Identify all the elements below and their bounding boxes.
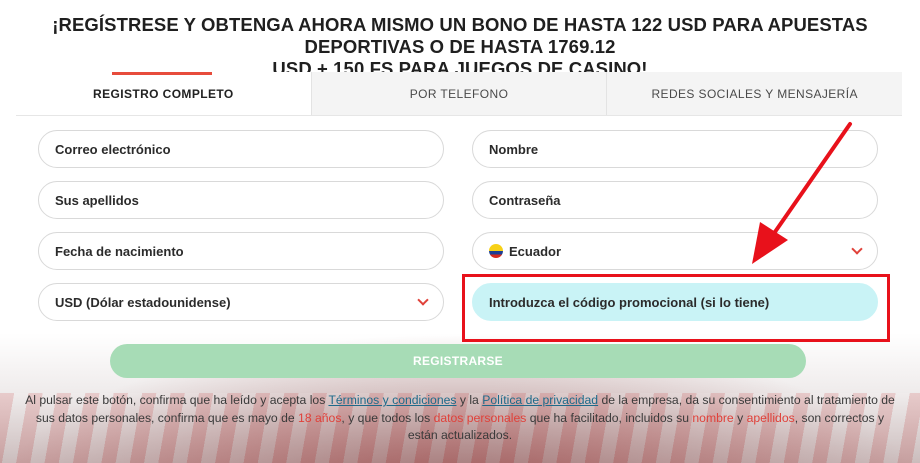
register-button[interactable]: REGISTRARSE xyxy=(110,344,806,378)
ecuador-flag-icon xyxy=(489,244,503,258)
country-value: Ecuador xyxy=(509,243,562,259)
age-highlight: 18 años xyxy=(298,410,342,425)
legal-text: y la xyxy=(456,393,483,407)
legal-disclaimer: Al pulsar este botón, confirma que ha le… xyxy=(20,392,900,445)
legal-text: Al pulsar este botón, confirma que ha le… xyxy=(25,393,329,407)
birthdate-field[interactable]: Fecha de nacimiento xyxy=(38,232,444,270)
email-field-placeholder: Correo electrónico xyxy=(55,141,171,157)
tab-by-phone[interactable]: POR TELEFONO xyxy=(310,72,607,115)
currency-value: USD (Dólar estadounidense) xyxy=(55,294,231,310)
last-name-placeholder: Sus apellidos xyxy=(55,192,139,208)
first-name-placeholder: Nombre xyxy=(489,141,539,157)
headline-line-1: ¡REGÍSTRESE Y OBTENGA AHORA MISMO UN BON… xyxy=(52,14,868,57)
name-highlight: nombre xyxy=(692,410,734,425)
pointer-arrow-icon xyxy=(752,122,852,264)
promo-highlight-box xyxy=(462,274,890,342)
email-field[interactable]: Correo electrónico xyxy=(38,130,444,168)
personal-data-highlight: datos personales xyxy=(433,410,527,425)
chevron-down-icon xyxy=(417,294,429,306)
legal-text: , y que todos los xyxy=(341,410,434,425)
surnames-highlight: apellidos xyxy=(746,410,795,425)
bonus-headline: ¡REGÍSTRESE Y OBTENGA AHORA MISMO UN BON… xyxy=(10,14,910,80)
tab-social-networks[interactable]: REDES SOCIALES Y MENSAJERÍA xyxy=(606,72,903,115)
terms-link[interactable]: Términos y condiciones xyxy=(328,393,456,407)
legal-text: y xyxy=(733,410,747,425)
registration-tabs: REGISTRO COMPLETO POR TELEFONO REDES SOC… xyxy=(16,72,903,116)
tab-full-registration[interactable]: REGISTRO COMPLETO xyxy=(16,72,311,115)
birthdate-placeholder: Fecha de nacimiento xyxy=(55,243,184,259)
currency-select[interactable]: USD (Dólar estadounidense) xyxy=(38,283,444,321)
password-placeholder: Contraseña xyxy=(489,192,561,208)
legal-text: que ha facilitado, incluidos su xyxy=(526,410,693,425)
last-name-field[interactable]: Sus apellidos xyxy=(38,181,444,219)
privacy-link[interactable]: Política de privacidad xyxy=(482,393,598,407)
